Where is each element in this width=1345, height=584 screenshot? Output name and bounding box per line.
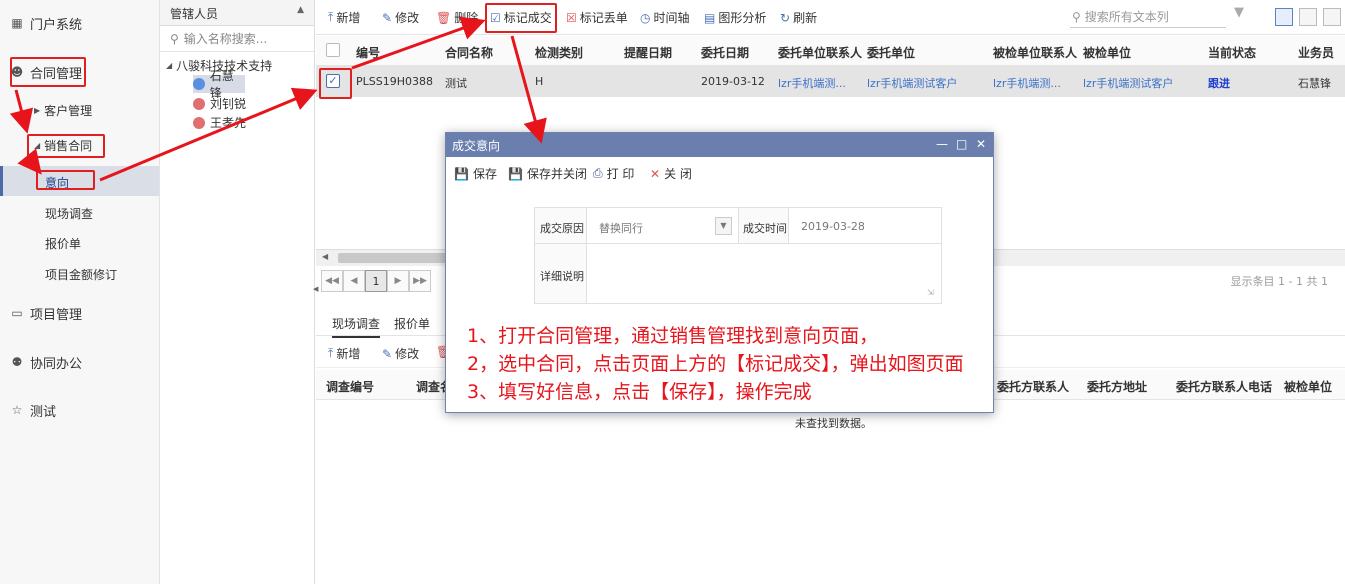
annotation-arrows [9, 16, 547, 182]
instruction-step-1: 1、打开合同管理，通过销售管理找到意向页面， [467, 325, 879, 347]
arrow-4 [351, 16, 486, 70]
arrow-2 [17, 148, 42, 175]
instruction-step-3: 3、填写好信息，点击【保存】，操作完成 [467, 381, 812, 403]
instruction-step-2: 2，选中合同，点击页面上方的【标记成交】，弹出如图页面 [467, 353, 964, 375]
arrow-5 [510, 35, 547, 144]
arrow-3 [99, 87, 318, 182]
arrow-1 [9, 89, 34, 134]
